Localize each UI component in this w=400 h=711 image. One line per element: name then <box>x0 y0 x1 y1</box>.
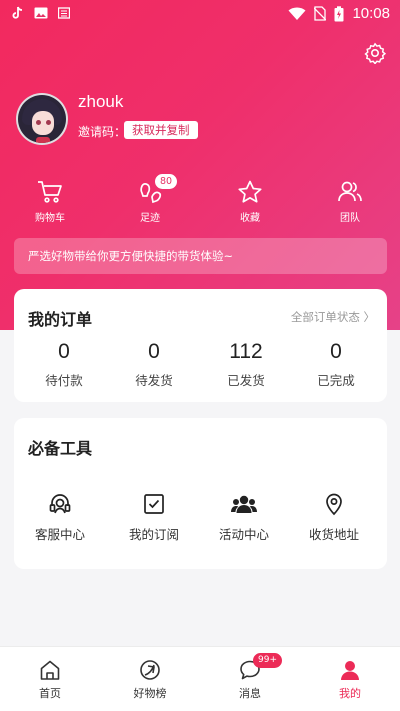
tiktok-icon <box>12 6 23 19</box>
wifi-icon <box>288 7 306 20</box>
footprint-badge: 80 <box>155 174 177 189</box>
tool-shipping-address[interactable]: 收货地址 <box>288 492 380 543</box>
order-stat-pending-payment[interactable]: 0 待付款 <box>18 340 110 389</box>
order-count: 112 <box>229 340 263 363</box>
gear-icon <box>364 42 387 65</box>
copy-invite-code-button[interactable]: 获取并复制 <box>124 121 198 139</box>
order-label: 已发货 <box>227 373 265 388</box>
profile-icon <box>341 661 359 680</box>
quick-action-label: 足迹 <box>140 213 160 224</box>
invite-code-label: 邀请码： <box>78 125 127 139</box>
tools-card: 必备工具 客服中心 我的订阅 活动中心 收货地址 <box>14 418 387 569</box>
header-background <box>0 0 400 330</box>
order-label: 待发货 <box>135 373 173 388</box>
tool-label: 我的订阅 <box>128 527 179 542</box>
cart-icon <box>38 181 62 203</box>
group-icon <box>231 495 257 513</box>
star-icon <box>238 180 262 203</box>
app-notification-icon <box>58 7 70 19</box>
quick-action-cart[interactable]: 购物车 <box>10 180 90 224</box>
quick-action-label: 团队 <box>340 213 360 224</box>
ranking-icon <box>140 660 160 680</box>
orders-card: 我的订单 全部订单状态 〉 0 待付款 0 待发货 112 已发货 0 已完成 <box>14 289 387 402</box>
quick-action-label: 收藏 <box>240 213 260 224</box>
tool-label: 收货地址 <box>308 527 359 542</box>
promo-banner[interactable]: 严选好物带给你更方便快捷的带货体验~ <box>14 238 387 274</box>
checkbox-icon <box>144 494 164 514</box>
bottom-nav: 首页 好物榜 99+ 消息 我的 <box>0 646 400 711</box>
all-orders-link[interactable]: 全部订单状态 〉 <box>291 309 375 325</box>
nav-label: 首页 <box>39 687 61 700</box>
nav-home[interactable]: 首页 <box>10 659 90 701</box>
quick-action-favorites[interactable]: 收藏 <box>210 180 290 224</box>
tools-title: 必备工具 <box>28 439 93 458</box>
username: zhouk <box>78 92 124 111</box>
order-count: 0 <box>58 340 70 363</box>
order-stat-shipped[interactable]: 112 已发货 <box>200 340 292 389</box>
location-pin-icon <box>326 493 342 516</box>
status-time: 10:08 <box>352 5 390 22</box>
nav-profile[interactable]: 我的 <box>310 659 390 701</box>
messages-badge: 99+ <box>253 653 282 668</box>
order-label: 待付款 <box>45 373 83 388</box>
order-stat-pending-shipment[interactable]: 0 待发货 <box>108 340 200 389</box>
order-count: 0 <box>148 340 160 363</box>
quick-action-footprint[interactable]: 80 足迹 <box>110 174 190 224</box>
tool-customer-service[interactable]: 客服中心 <box>14 492 106 543</box>
orders-title: 我的订单 <box>28 310 93 329</box>
nav-label: 好物榜 <box>133 687 167 700</box>
battery-charging-icon <box>334 5 344 21</box>
team-icon <box>338 181 362 202</box>
order-count: 0 <box>330 340 342 363</box>
tool-subscriptions[interactable]: 我的订阅 <box>108 492 200 543</box>
tool-activity-center[interactable]: 活动中心 <box>198 492 290 543</box>
nav-label: 消息 <box>239 687 261 700</box>
status-left-icons <box>12 6 70 20</box>
nav-label: 我的 <box>339 687 361 700</box>
no-sim-icon <box>314 6 327 21</box>
status-right-icons: 10:08 <box>288 5 390 22</box>
settings-button[interactable] <box>364 42 387 65</box>
quick-action-label: 购物车 <box>35 213 65 224</box>
order-stat-completed[interactable]: 0 已完成 <box>290 340 382 389</box>
status-bar: 10:08 <box>0 0 400 28</box>
tool-label: 客服中心 <box>34 527 85 542</box>
nav-messages[interactable]: 99+ 消息 <box>210 653 290 701</box>
tool-label: 活动中心 <box>218 527 269 542</box>
headset-icon <box>49 494 71 514</box>
avatar[interactable] <box>16 93 68 145</box>
order-label: 已完成 <box>317 373 355 388</box>
image-icon <box>34 7 48 19</box>
quick-action-team[interactable]: 团队 <box>310 180 390 224</box>
nav-ranking[interactable]: 好物榜 <box>110 659 190 701</box>
home-icon <box>40 660 60 680</box>
